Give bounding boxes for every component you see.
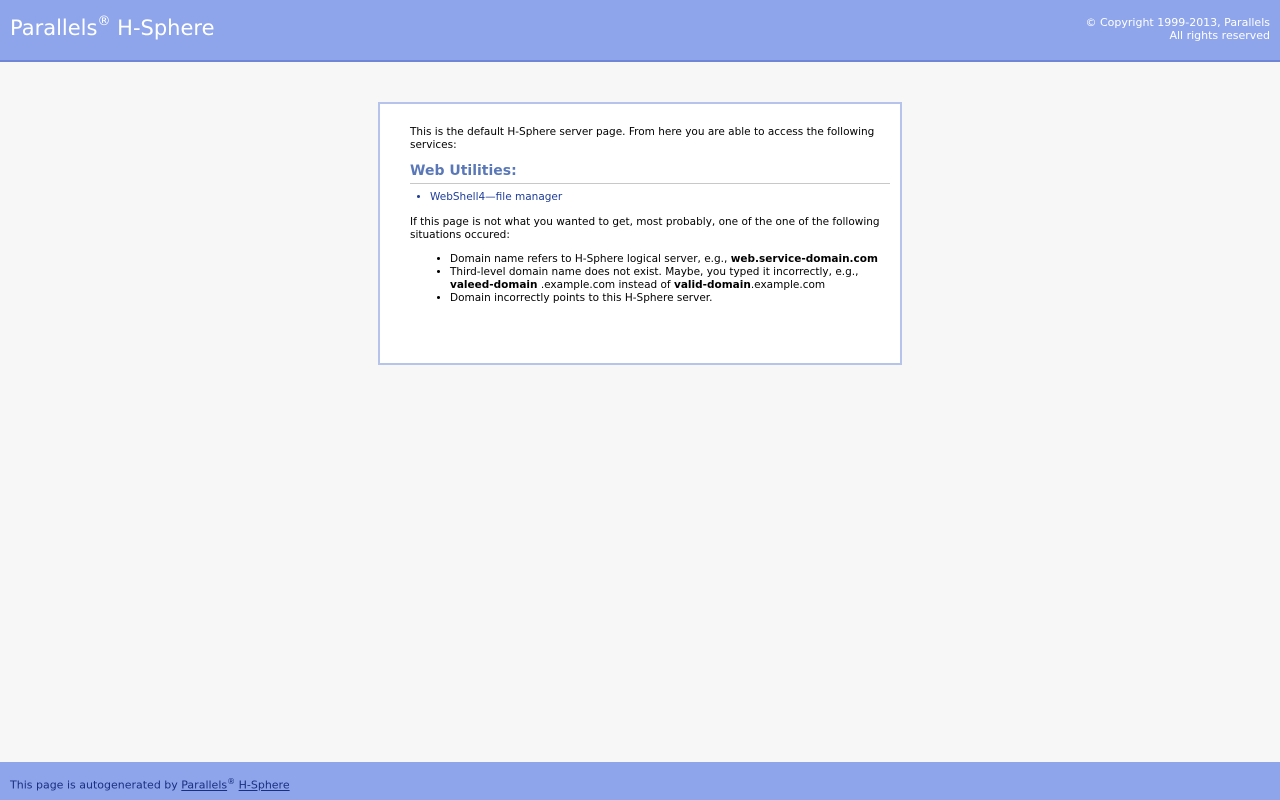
- example-domain: web.service-domain.com: [730, 253, 878, 265]
- registered-mark: ®: [97, 14, 111, 29]
- copyright-line: © Copyright 1999-2013, Parallels: [1085, 16, 1270, 29]
- brand-product: H-Sphere: [117, 16, 215, 40]
- wrong-domain: valeed-domain: [450, 279, 538, 291]
- section-title-web-utilities: Web Utilities:: [410, 164, 890, 184]
- page-header: Parallels® H-Sphere © Copyright 1999-201…: [0, 0, 1280, 62]
- rights-line: All rights reserved: [1169, 29, 1270, 42]
- situation-text: Domain name refers to H-Sphere logical s…: [450, 253, 731, 265]
- situation-item: Third-level domain name does not exist. …: [450, 266, 890, 292]
- situation-tail: .example.com: [750, 279, 826, 291]
- situation-mid: .example.com instead of: [537, 279, 674, 291]
- copyright-notice: © Copyright 1999-2013, Parallels All rig…: [1085, 16, 1270, 42]
- explanation-text: If this page is not what you wanted to g…: [410, 216, 880, 241]
- situations-list: Domain name refers to H-Sphere logical s…: [410, 253, 890, 305]
- footer-prefix: This page is autogenerated by: [10, 778, 182, 792]
- situation-text: Third-level domain name does not exist. …: [450, 266, 859, 278]
- valid-domain: valid-domain: [673, 279, 751, 291]
- webshell-link[interactable]: WebShell4—file manager: [430, 191, 562, 203]
- page-footer: This page is autogenerated by Parallels®…: [0, 762, 1280, 800]
- registered-mark: ®: [227, 777, 236, 786]
- footer-text: This page is autogenerated by Parallels®…: [10, 777, 290, 792]
- situation-text: Domain incorrectly points to this H-Sphe…: [450, 292, 713, 304]
- brand-logo: Parallels® H-Sphere: [10, 14, 215, 40]
- situation-item: Domain incorrectly points to this H-Sphe…: [450, 292, 890, 305]
- intro-text: This is the default H-Sphere server page…: [410, 126, 875, 151]
- content-body: This is the default H-Sphere server page…: [410, 126, 890, 305]
- utilities-list: WebShell4—file manager: [410, 191, 890, 204]
- parallels-link[interactable]: Parallels: [181, 779, 227, 792]
- situation-item: Domain name refers to H-Sphere logical s…: [450, 253, 890, 266]
- h-sphere-link[interactable]: H-Sphere: [239, 779, 290, 792]
- list-item: WebShell4—file manager: [430, 191, 890, 204]
- content-panel: This is the default H-Sphere server page…: [378, 102, 902, 365]
- brand-name: Parallels: [10, 16, 98, 40]
